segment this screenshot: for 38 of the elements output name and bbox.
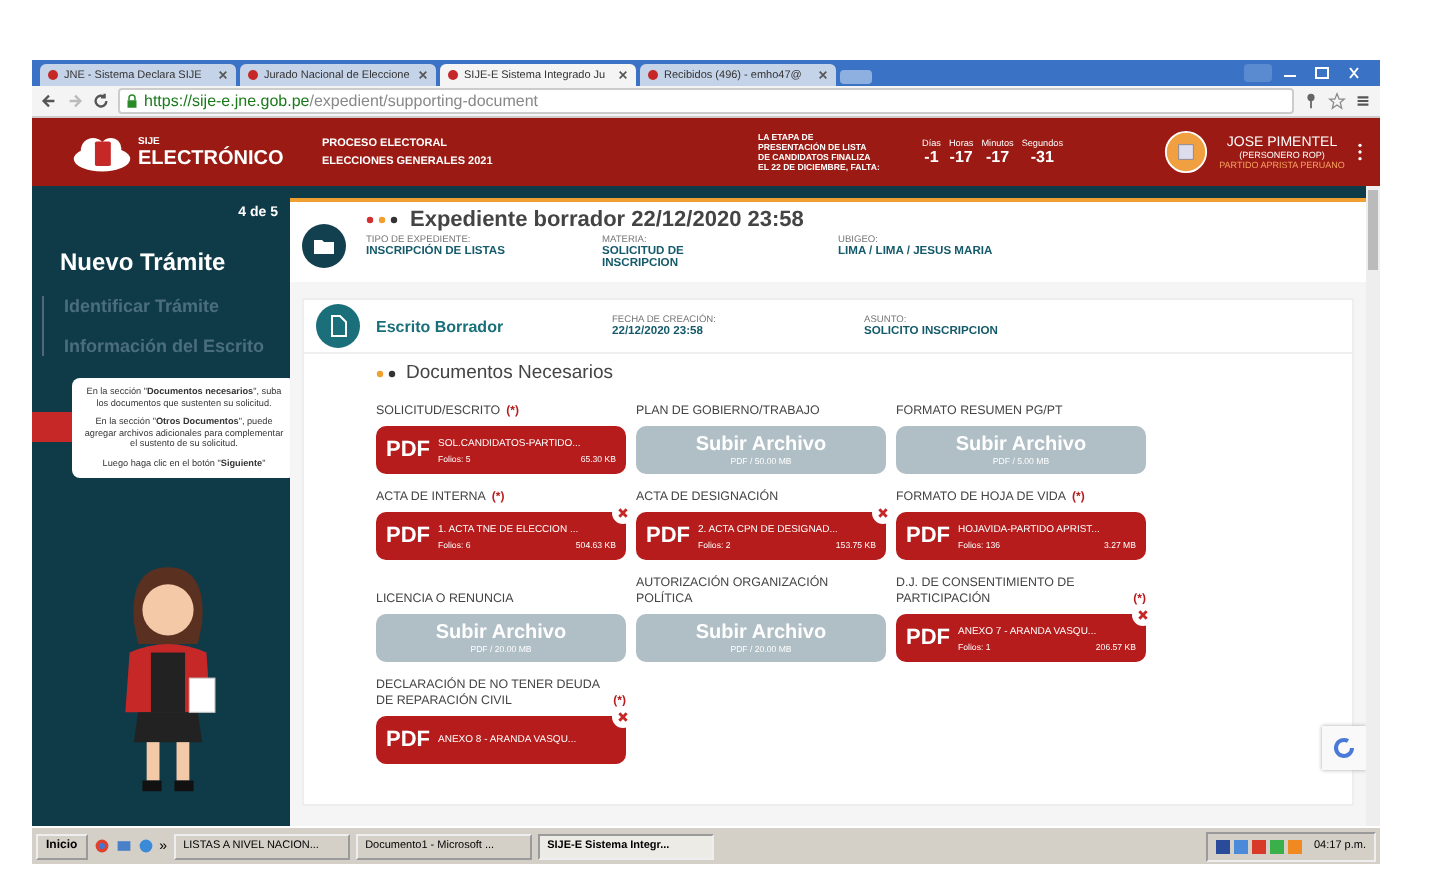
recaptcha-icon[interactable] (1322, 726, 1366, 770)
star-icon[interactable] (1328, 92, 1346, 110)
browser-icon[interactable] (93, 838, 110, 854)
section-title: Documentos Necesarios (406, 362, 613, 384)
expediente-title: Expediente borrador 22/12/2020 23:58 (410, 208, 804, 232)
logo-title: ELECTRÓNICO (138, 147, 286, 169)
close-icon[interactable] (418, 70, 428, 80)
countdown-value: -31 (1030, 148, 1054, 166)
more-icon[interactable] (1356, 142, 1364, 162)
countdown-value: -17 (949, 148, 973, 166)
sidebar-title: Nuevo Trámite (60, 248, 228, 276)
countdown-value: -17 (985, 148, 1010, 166)
close-icon[interactable] (818, 70, 828, 80)
remove-icon[interactable] (1132, 604, 1154, 626)
reload-icon[interactable] (92, 92, 110, 110)
close-icon[interactable] (618, 70, 628, 80)
favicon-icon (48, 70, 58, 80)
favicon-icon (448, 70, 458, 80)
countdown-value: -1 (924, 148, 939, 166)
folder-icon (302, 224, 346, 268)
remove-icon[interactable] (872, 502, 894, 524)
favicon-icon (248, 70, 258, 80)
key-icon[interactable] (1302, 92, 1320, 110)
address-field[interactable]: https://sije-e.jne.gob.pe/expedient/supporting-document (118, 88, 1294, 114)
remove-icon[interactable] (612, 706, 634, 728)
back-icon[interactable] (40, 92, 58, 110)
favicon-icon (648, 70, 658, 80)
dots-icon (376, 369, 400, 377)
remove-icon[interactable] (612, 502, 634, 524)
lock-icon (126, 94, 138, 108)
dots-icon (366, 216, 402, 224)
active-step-bar (32, 412, 72, 442)
close-icon[interactable] (218, 70, 228, 80)
escrito-title: Escrito Borrador (376, 317, 506, 335)
folder-icon[interactable] (115, 838, 132, 854)
document-icon (316, 304, 360, 348)
avatar-icon[interactable] (1164, 130, 1208, 174)
menu-icon[interactable] (1354, 92, 1372, 110)
